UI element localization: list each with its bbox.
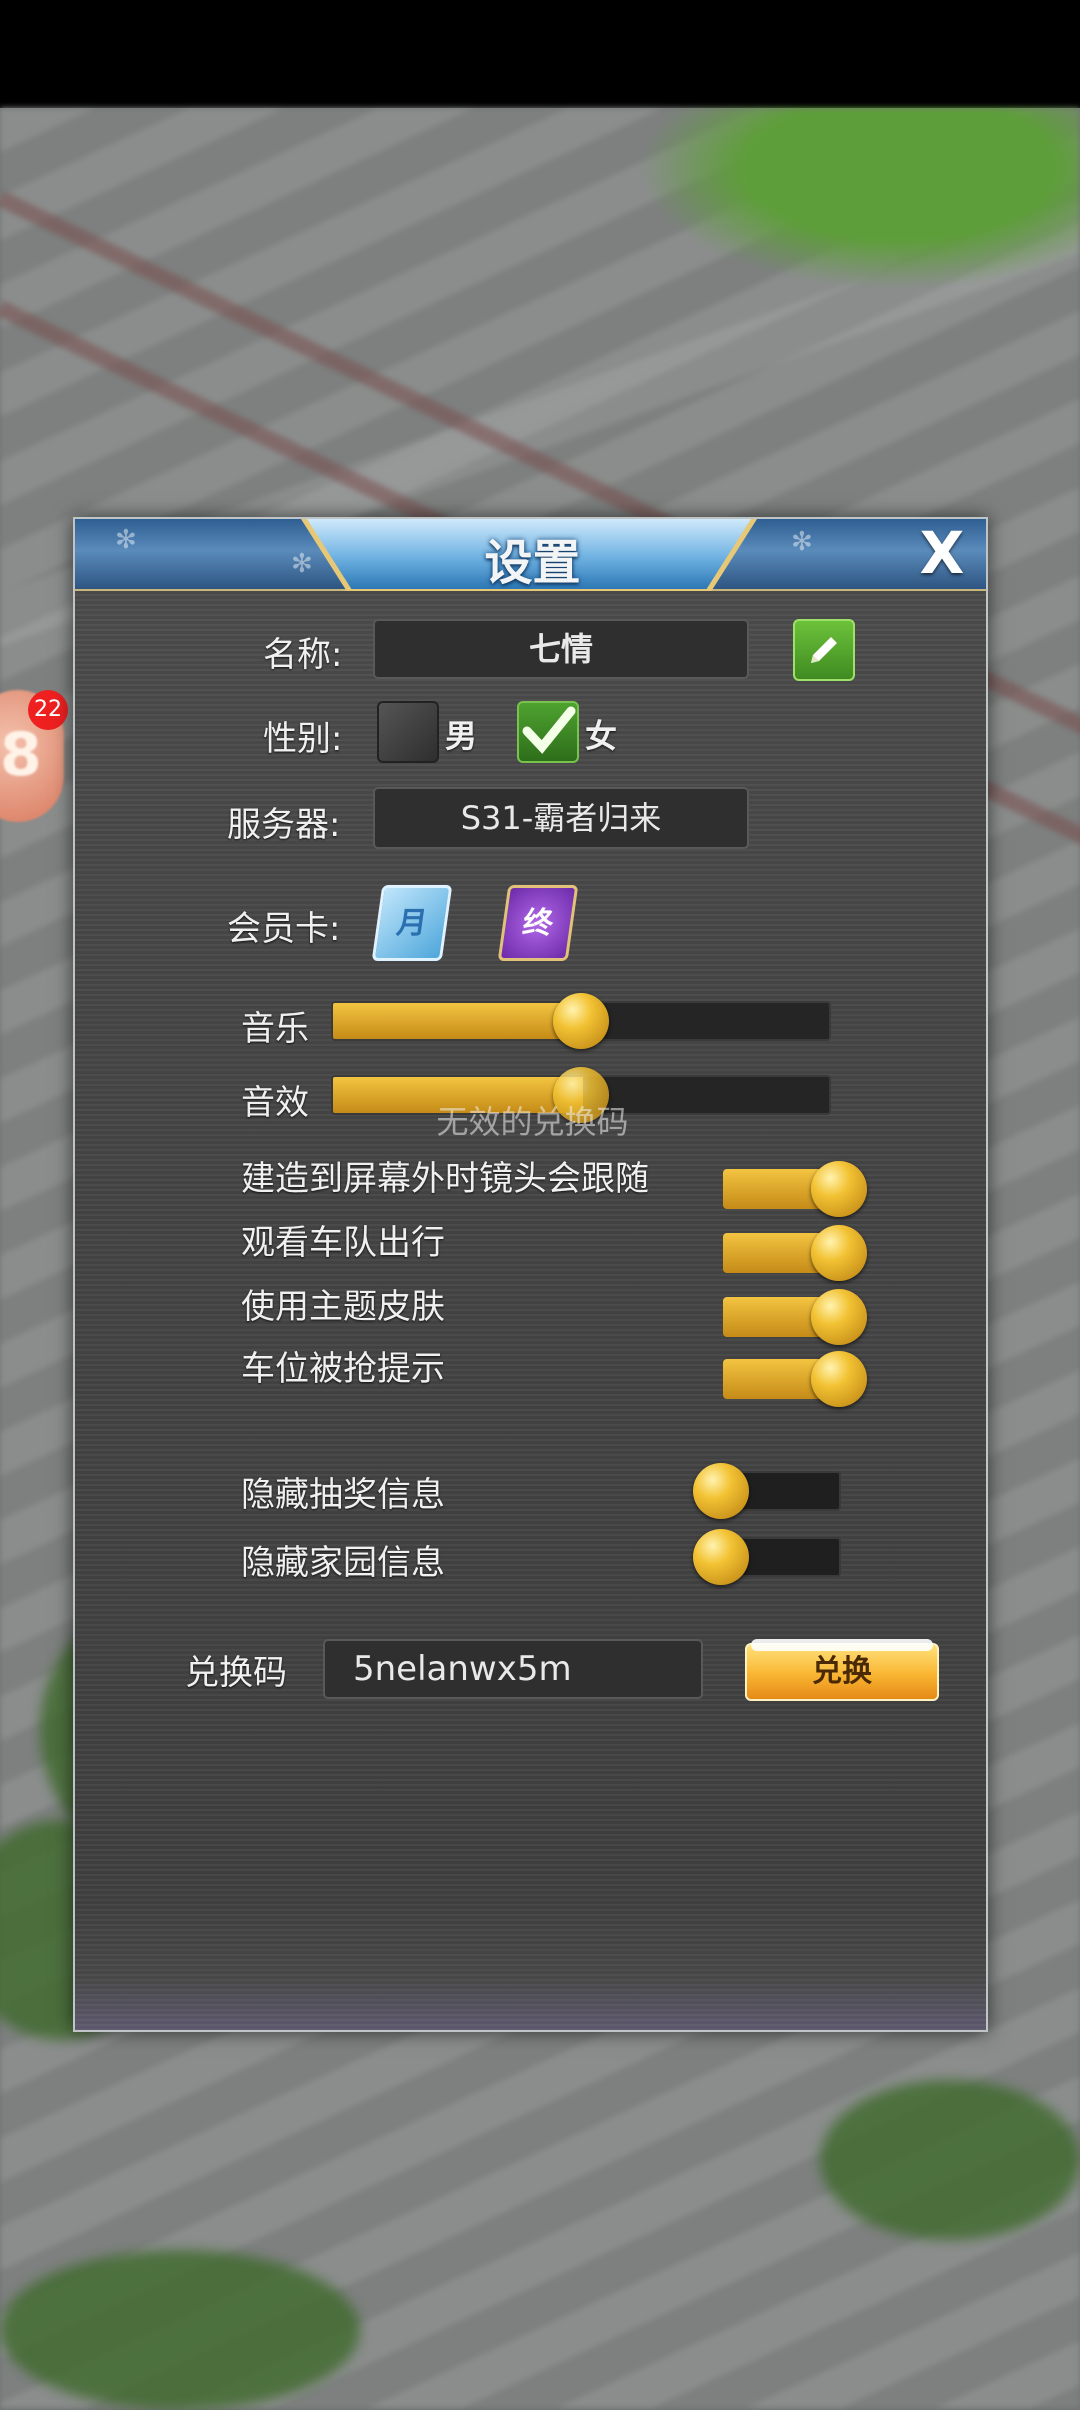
- toggle-label-parking-alert: 车位被抢提示: [241, 1349, 445, 1389]
- music-slider-fill: [333, 1003, 583, 1039]
- music-label: 音乐: [241, 1009, 309, 1049]
- toggle-label-watch-fleet: 观看车队出行: [241, 1223, 445, 1263]
- toggle-hide-home-knob[interactable]: [693, 1529, 749, 1585]
- toggle-theme-skin-knob[interactable]: [811, 1289, 867, 1345]
- gender-male-checkbox[interactable]: [377, 701, 439, 763]
- vip-label: 会员卡:: [227, 909, 341, 949]
- music-slider-knob[interactable]: [553, 993, 609, 1049]
- toggle-label-theme-skin: 使用主题皮肤: [241, 1287, 445, 1327]
- redeem-label: 兑换码: [185, 1653, 287, 1693]
- toggle-watch-fleet-knob[interactable]: [811, 1225, 867, 1281]
- gender-female-label: 女: [585, 717, 618, 755]
- pencil-icon: [811, 637, 837, 663]
- monthly-card-icon[interactable]: 月: [371, 885, 453, 961]
- background-tree: [820, 2080, 1080, 2240]
- toggle-hide-lottery-knob[interactable]: [693, 1463, 749, 1519]
- lifetime-card-icon[interactable]: 终: [497, 885, 579, 961]
- gender-female-checkbox[interactable]: [517, 701, 579, 763]
- toggle-label-camera-follow: 建造到屏幕外时镜头会跟随: [241, 1159, 649, 1199]
- gender-male-label: 男: [445, 717, 478, 755]
- toggle-label-hide-home: 隐藏家园信息: [241, 1543, 445, 1583]
- redeem-button[interactable]: 兑换: [745, 1639, 939, 1701]
- panel-header: ✻ ✻ ✻ 设置 X: [75, 519, 986, 591]
- name-field: 七情: [373, 619, 749, 679]
- settings-panel: ✻ ✻ ✻ 设置 X 名称: 七情 性别: 男 女 服务器: S31-霸者归来 …: [73, 517, 988, 2032]
- toggle-camera-follow-knob[interactable]: [811, 1161, 867, 1217]
- event-side-icon-text: 8: [0, 720, 42, 790]
- invalid-code-toast: 无效的兑换码: [436, 1103, 629, 1141]
- status-bar: [0, 0, 1080, 108]
- notification-badge: 22: [28, 690, 68, 730]
- panel-bottom-glow: [75, 1900, 986, 2030]
- checkmark-icon: [522, 706, 576, 754]
- snow-cap: [751, 1639, 933, 1651]
- panel-title: 设置: [484, 535, 581, 591]
- background-tree: [0, 2250, 360, 2410]
- toggle-label-hide-lottery: 隐藏抽奖信息: [241, 1475, 445, 1515]
- toggle-parking-alert-knob[interactable]: [811, 1351, 867, 1407]
- name-label: 名称:: [263, 635, 343, 675]
- redeem-button-label: 兑换: [812, 1654, 872, 1689]
- server-label: 服务器:: [227, 805, 341, 845]
- edit-name-button[interactable]: [793, 619, 855, 681]
- gender-label: 性别:: [263, 719, 343, 759]
- server-field: S31-霸者归来: [373, 787, 749, 849]
- close-button[interactable]: X: [912, 523, 972, 583]
- redeem-code-input[interactable]: [323, 1639, 703, 1699]
